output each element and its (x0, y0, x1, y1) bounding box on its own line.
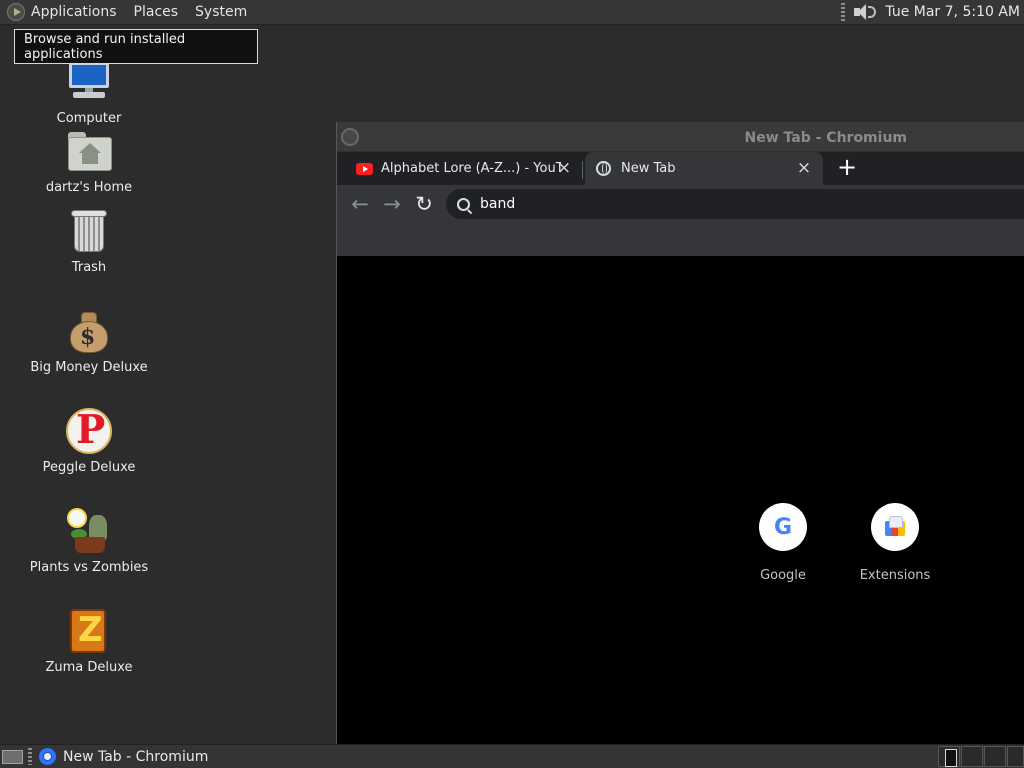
back-button[interactable]: ← (344, 188, 376, 220)
tab-youtube[interactable]: Alphabet Lore (A-Z...) - YouTube × (337, 152, 583, 185)
applications-menu[interactable]: Applications (31, 4, 117, 20)
desktop-label-home: dartz's Home (45, 180, 133, 195)
desktop-icon-zuma-deluxe[interactable]: Z Zuma Deluxe (9, 607, 169, 675)
new-tab-button[interactable]: + (836, 155, 858, 179)
google-icon: G (773, 514, 793, 540)
address-bar[interactable]: band (446, 189, 1024, 219)
desktop-label-plants-vs-zombies: Plants vs Zombies (29, 560, 149, 575)
desktop-icon-home[interactable]: dartz's Home (9, 127, 169, 195)
shortcut-label-extensions: Extensions (859, 568, 931, 583)
bottom-taskbar: New Tab - Chromium (0, 744, 1024, 768)
window-title: New Tab - Chromium (744, 130, 908, 146)
workspace-switcher-4[interactable] (1007, 746, 1024, 767)
money-bag-icon: $ (65, 307, 113, 355)
desktop-icon-peggle-deluxe[interactable]: P Peggle Deluxe (9, 407, 169, 475)
peggle-icon: P (65, 407, 113, 455)
panel-tray: Tue Mar 7, 5:10 AM (841, 3, 1024, 21)
top-panel: Applications Places System Tue Mar 7, 5:… (0, 0, 1024, 25)
zuma-icon: Z (65, 607, 113, 655)
forward-button[interactable]: → (376, 188, 408, 220)
desktop-label-trash: Trash (71, 260, 107, 275)
desktop-label-peggle-deluxe: Peggle Deluxe (42, 460, 136, 475)
taskbar-window-label: New Tab - Chromium (63, 748, 209, 765)
window-title-bar[interactable]: New Tab - Chromium (337, 122, 1024, 152)
close-icon[interactable]: × (796, 160, 812, 177)
chromium-window: New Tab - Chromium Alphabet Lore (A-Z...… (336, 122, 1024, 744)
applications-tooltip: Browse and run installed applications (14, 29, 258, 64)
workspace-switcher-3[interactable] (984, 746, 1006, 767)
workspace-switcher-2[interactable] (961, 746, 983, 767)
places-menu[interactable]: Places (134, 4, 179, 20)
extensions-shortcut-circle[interactable] (871, 503, 919, 551)
trash-icon (65, 207, 113, 255)
desktop-icon-computer[interactable]: Computer (9, 58, 169, 126)
desktop-label-zuma-deluxe: Zuma Deluxe (45, 660, 133, 675)
shortcut-extensions[interactable]: Extensions (845, 503, 945, 583)
shortcut-google[interactable]: G Google (733, 503, 833, 583)
applications-menu-icon[interactable] (7, 3, 25, 21)
show-desktop-icon[interactable] (2, 749, 23, 764)
desktop-label-big-money-deluxe: Big Money Deluxe (30, 360, 148, 375)
panel-handle[interactable] (841, 3, 846, 21)
tab-separator (582, 161, 583, 179)
close-icon[interactable]: × (556, 160, 572, 177)
bookmark-bar (337, 223, 1024, 257)
computer-icon (65, 58, 113, 106)
youtube-icon (356, 162, 373, 175)
search-icon (457, 197, 470, 211)
address-bar-text[interactable]: band (480, 196, 515, 212)
workspace-switcher-1[interactable] (938, 746, 960, 767)
desktop-icon-big-money-deluxe[interactable]: $ Big Money Deluxe (9, 307, 169, 375)
browser-toolbar: ← → ↻ band (337, 185, 1024, 223)
reload-button[interactable]: ↻ (408, 188, 440, 220)
taskbar-handle[interactable] (28, 748, 32, 765)
chromium-icon (39, 748, 56, 765)
taskbar-window-button[interactable]: New Tab - Chromium (39, 747, 208, 767)
google-shortcut-circle[interactable]: G (759, 503, 807, 551)
volume-icon[interactable] (853, 3, 877, 21)
plants-vs-zombies-icon (65, 507, 113, 555)
system-menu[interactable]: System (195, 4, 247, 20)
new-tab-page: G Google Extensions (337, 256, 1024, 744)
tab-title-youtube: Alphabet Lore (A-Z...) - YouTube (381, 161, 561, 176)
desktop-icon-trash[interactable]: Trash (9, 207, 169, 275)
shortcut-label-google: Google (760, 568, 806, 583)
tab-title-new-tab: New Tab (621, 161, 676, 176)
globe-icon (596, 161, 611, 176)
tab-new-tab[interactable]: New Tab × (585, 152, 823, 185)
tab-strip: Alphabet Lore (A-Z...) - YouTube × New T… (337, 152, 1024, 185)
desktop-label-computer: Computer (56, 111, 122, 126)
clock[interactable]: Tue Mar 7, 5:10 AM (885, 4, 1020, 20)
desktop-icon-plants-vs-zombies[interactable]: Plants vs Zombies (9, 507, 169, 575)
extensions-icon (885, 516, 905, 538)
home-folder-icon (65, 127, 113, 175)
